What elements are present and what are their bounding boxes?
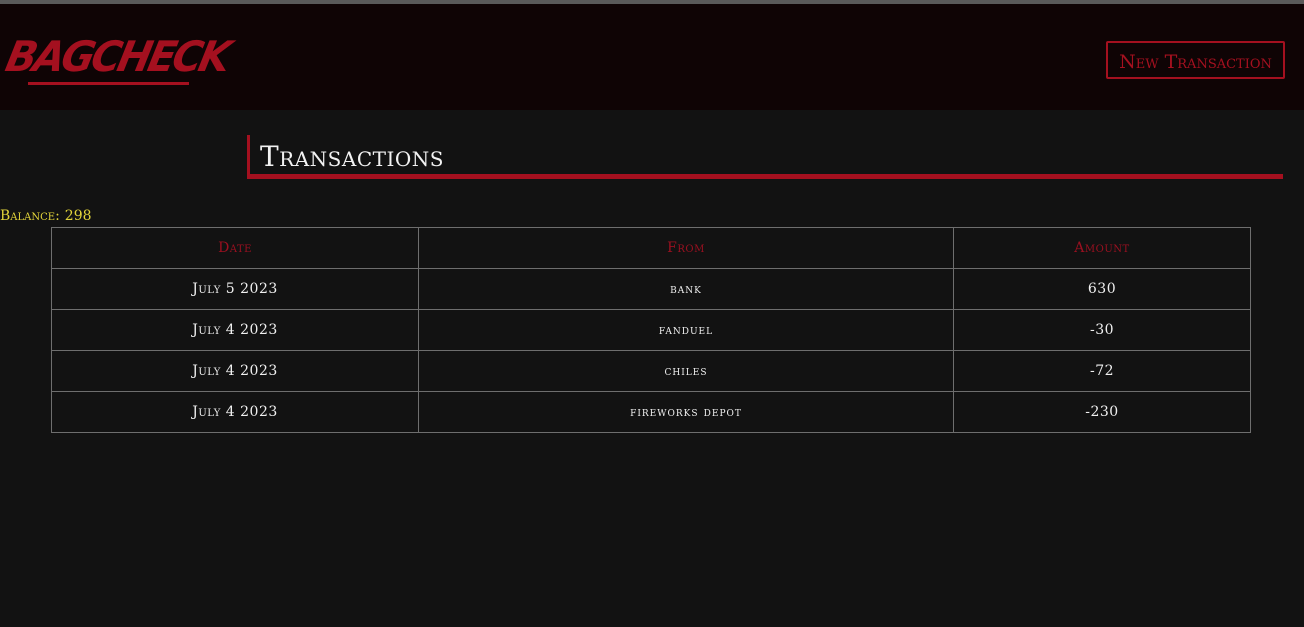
page-title-block: Transactions [247, 135, 1283, 179]
balance-label: Balance: [0, 208, 60, 224]
cell-amount: -72 [953, 350, 1251, 392]
cell-from: chiles [418, 350, 954, 392]
cell-amount: -30 [953, 309, 1251, 351]
cell-date: July 4 2023 [51, 309, 419, 351]
balance-display: Balance: 298 [0, 207, 92, 225]
new-transaction-button[interactable]: New Transaction [1106, 41, 1285, 79]
balance-value: 298 [64, 208, 92, 224]
table-row: July 4 2023 chiles -72 [51, 350, 1251, 392]
table-row: July 5 2023 bank 630 [51, 268, 1251, 310]
table-header-row: Date From Amount [51, 227, 1251, 269]
cell-date: July 5 2023 [51, 268, 419, 310]
app-header: BAGCHECK New Transaction [0, 4, 1304, 110]
column-header-amount[interactable]: Amount [953, 227, 1251, 269]
cell-from: fanduel [418, 309, 954, 351]
logo-wordmark: BAGCHECK [1, 33, 233, 82]
page-title: Transactions [260, 140, 444, 173]
logo-underline [28, 82, 189, 85]
cell-amount: -230 [953, 391, 1251, 433]
transactions-table: Date From Amount July 5 2023 bank 630 Ju… [51, 227, 1251, 433]
cell-amount: 630 [953, 268, 1251, 310]
cell-from: bank [418, 268, 954, 310]
cell-date: July 4 2023 [51, 350, 419, 392]
table-row: July 4 2023 fireworks depot -230 [51, 391, 1251, 433]
column-header-date[interactable]: Date [51, 227, 419, 269]
cell-from: fireworks depot [418, 391, 954, 433]
bagcheck-logo[interactable]: BAGCHECK [2, 32, 233, 90]
table-row: July 4 2023 fanduel -30 [51, 309, 1251, 351]
cell-date: July 4 2023 [51, 391, 419, 433]
column-header-from[interactable]: From [418, 227, 954, 269]
